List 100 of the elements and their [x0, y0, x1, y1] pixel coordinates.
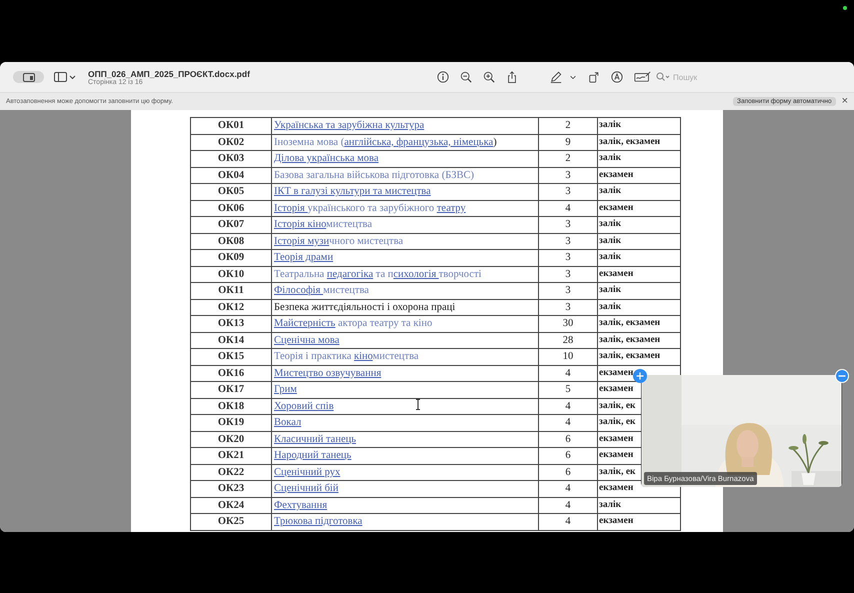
credits-cell: 3 [538, 282, 598, 299]
assessment-cell: залік [598, 497, 680, 514]
credits-cell: 4 [538, 398, 598, 414]
view-menu-button[interactable] [54, 72, 76, 82]
course-code: ОК20 [190, 431, 272, 448]
course-name: Класичний танець [272, 431, 538, 448]
course-name: Безпека життєдіяльності і охорона праці [272, 299, 538, 316]
course-name: Хоровий спів [272, 398, 538, 414]
course-name: Майстерність актора театру та кіно [272, 316, 538, 332]
course-code: ОК07 [190, 216, 272, 233]
course-code: ОК02 [190, 134, 272, 150]
assessment-cell: залік [598, 299, 680, 316]
course-code: ОК09 [190, 250, 272, 266]
course-name: Народний танець [272, 448, 538, 464]
course-name: Українська та зарубіжна культура [272, 118, 538, 134]
assessment-cell: залік [598, 233, 680, 250]
course-code: ОК19 [190, 414, 272, 431]
pen-icon[interactable] [550, 71, 562, 83]
credits-cell: 4 [538, 365, 598, 382]
course-code: ОК01 [190, 118, 272, 134]
markup-icon[interactable] [611, 71, 623, 83]
minimize-button[interactable] [835, 369, 849, 383]
assessment-cell: екзамен [598, 514, 680, 530]
course-code: ОК21 [190, 448, 272, 464]
assessment-cell: екзамен [598, 167, 680, 184]
credits-cell: 3 [538, 233, 598, 250]
sidebar-button[interactable] [13, 71, 44, 83]
credits-cell: 5 [538, 382, 598, 398]
course-name: Філософія мистецтва [272, 282, 538, 299]
course-name: Теорія драми [272, 250, 538, 266]
assessment-cell: залік [598, 282, 680, 299]
credits-cell: 28 [538, 332, 598, 348]
course-code: ОК03 [190, 150, 272, 167]
course-code: ОК10 [190, 266, 272, 282]
assessment-cell: залік [598, 150, 680, 167]
assessment-cell: екзамен [598, 200, 680, 216]
course-code: ОК11 [190, 282, 272, 299]
credits-cell: 3 [538, 184, 598, 200]
assessment-cell: залік, екзамен [598, 332, 680, 348]
course-name: Сценічна мова [272, 332, 538, 348]
course-code: ОК04 [190, 167, 272, 184]
credits-cell: 30 [538, 316, 598, 332]
window-title: ОПП_026_АМП_2025_ПРОЄКТ.docx.pdf [88, 68, 250, 78]
course-code: ОК06 [190, 200, 272, 216]
course-code: ОК14 [190, 332, 272, 348]
credits-cell: 6 [538, 431, 598, 448]
assessment-cell: екзамен [598, 266, 680, 282]
course-code: ОК13 [190, 316, 272, 332]
course-name: Грим [272, 382, 538, 398]
credits-cell: 10 [538, 348, 598, 365]
rotate-icon[interactable] [588, 71, 600, 83]
credits-cell: 2 [538, 150, 598, 167]
course-name: Театральна педагогіка та психологія творчості [272, 266, 538, 282]
signature-icon[interactable] [634, 71, 651, 83]
course-code: ОК17 [190, 382, 272, 398]
course-code: ОК15 [190, 348, 272, 365]
course-name: Вокал [272, 414, 538, 431]
assessment-cell: залік, екзамен [598, 316, 680, 332]
assessment-cell: залік [598, 250, 680, 266]
credits-cell: 2 [538, 118, 598, 134]
info-icon[interactable] [437, 71, 449, 83]
course-name: Історія музичного мистецтва [272, 233, 538, 250]
course-name: Історія українського та зарубіжного театру [272, 200, 538, 216]
share-icon[interactable] [506, 71, 518, 83]
course-code: ОК25 [190, 514, 272, 530]
course-name: Сценічний рух [272, 464, 538, 480]
chevron-down-icon[interactable] [569, 73, 577, 81]
zoom-in-icon[interactable] [483, 71, 495, 83]
course-name: Теорія і практика кіномистецтва [272, 348, 538, 365]
course-name: Трюкова підготовка [272, 514, 538, 530]
credits-cell: 4 [538, 514, 598, 530]
course-name: ІКТ в галузі культури та мистецтва [272, 184, 538, 200]
course-code: ОК22 [190, 464, 272, 480]
search-field[interactable]: Пошук [673, 72, 823, 82]
close-button[interactable]: × [842, 96, 848, 107]
course-name: Історія кіномистецтва [272, 216, 538, 233]
credits-cell: 6 [538, 464, 598, 480]
credits-cell: 3 [538, 266, 598, 282]
sidebar-icon [22, 72, 34, 82]
course-name: Іноземна мова (англійська, французька, німецька) [272, 134, 538, 150]
course-name: Сценічний бій [272, 480, 538, 497]
course-name: Фехтування [272, 497, 538, 514]
credits-cell: 4 [538, 200, 598, 216]
course-name: Мистецтво озвучування [272, 365, 538, 382]
course-name: Ділова українська мова [272, 150, 538, 167]
credits-cell: 3 [538, 216, 598, 233]
zoom-out-icon[interactable] [460, 71, 472, 83]
assessment-cell: залік [598, 216, 680, 233]
credits-cell: 3 [538, 167, 598, 184]
course-code: ОК24 [190, 497, 272, 514]
text-cursor-icon [415, 399, 421, 410]
course-name: Базова загальна військова підготовка (БЗВС) [272, 167, 538, 184]
assessment-cell: залік [598, 118, 680, 134]
search-icon [656, 72, 670, 82]
course-code: ОК05 [190, 184, 272, 200]
credits-cell: 3 [538, 250, 598, 266]
credits-cell: 3 [538, 299, 598, 316]
credits-cell: 4 [538, 497, 598, 514]
course-code: ОК16 [190, 365, 272, 382]
course-code: ОК18 [190, 398, 272, 414]
